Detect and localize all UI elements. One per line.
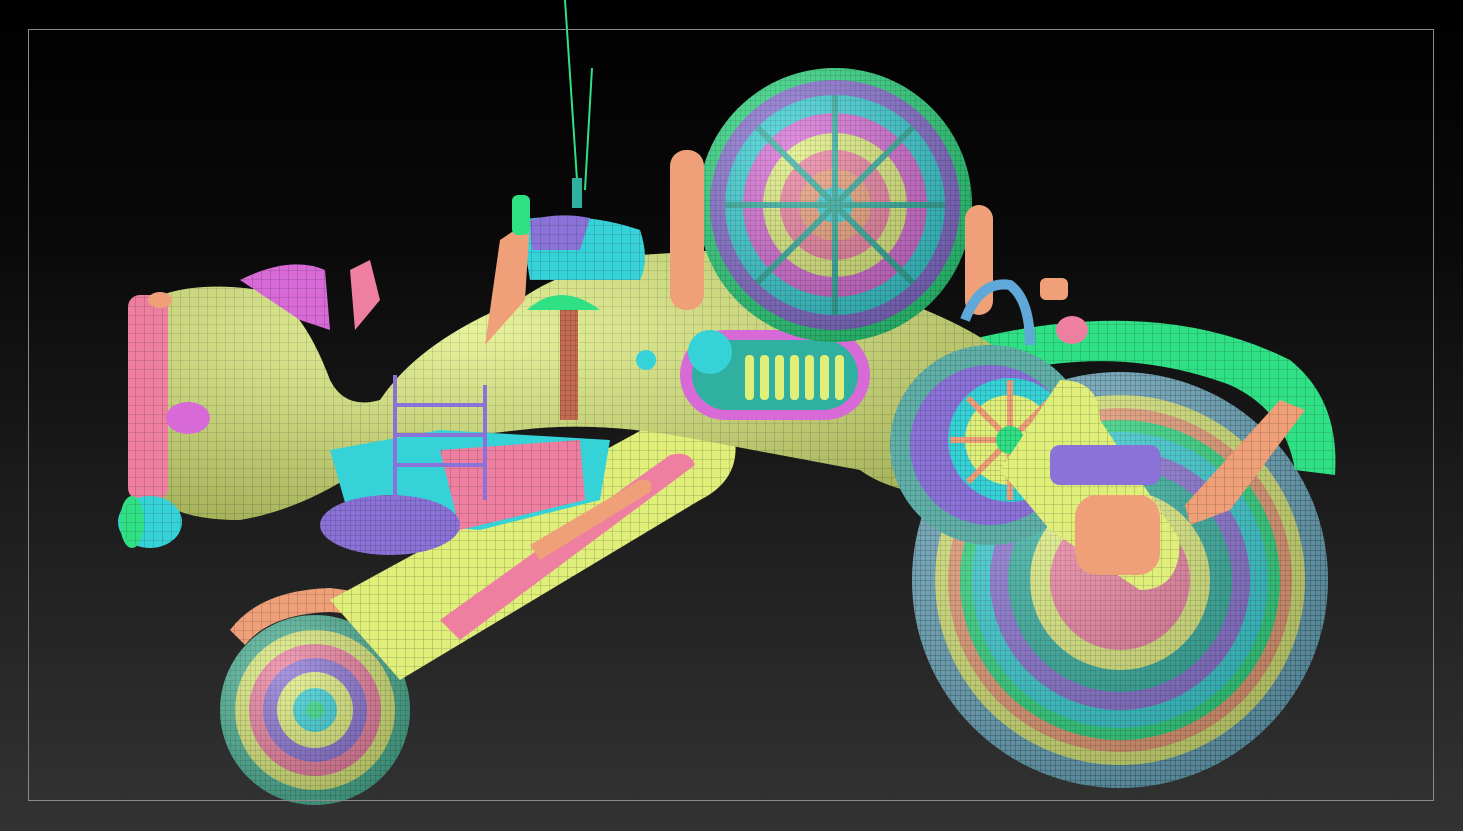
nose-cowl bbox=[128, 292, 172, 500]
render-canvas bbox=[118, 0, 1336, 805]
turbine-disc bbox=[698, 68, 972, 342]
headlight bbox=[118, 496, 182, 548]
side-vent bbox=[680, 330, 870, 420]
antenna bbox=[564, 0, 593, 196]
viewport bbox=[0, 0, 1463, 831]
